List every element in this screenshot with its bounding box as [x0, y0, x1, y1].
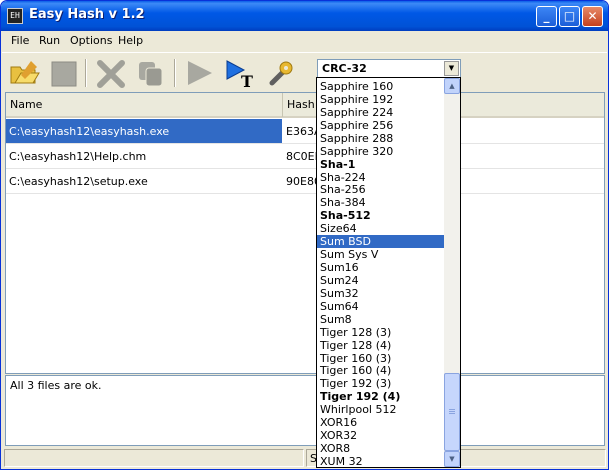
scroll-thumb[interactable] [444, 373, 460, 451]
open-folder-icon[interactable] [7, 57, 41, 89]
grip-line [449, 413, 455, 414]
toolbar-separator [85, 59, 87, 87]
dropdown-option[interactable]: Sum Sys V [317, 248, 444, 261]
menu-run[interactable]: Run [39, 34, 60, 47]
menu-help[interactable]: Help [118, 34, 143, 47]
dropdown-option[interactable]: Sapphire 288 [317, 132, 444, 145]
dropdown-option[interactable]: Sapphire 192 [317, 93, 444, 106]
copy-icon[interactable] [134, 57, 168, 89]
dropdown-option[interactable]: Sha-384 [317, 196, 444, 209]
dropdown-option[interactable]: XOR16 [317, 416, 444, 429]
dropdown-option[interactable]: XOR8 [317, 442, 444, 455]
dropdown-option[interactable]: Sha-256 [317, 183, 444, 196]
dropdown-option[interactable]: Sapphire 160 [317, 80, 444, 93]
dropdown-option[interactable]: Sum24 [317, 274, 444, 287]
window-title: Easy Hash v 1.2 [29, 7, 145, 22]
file-list[interactable]: Name Hash C:\easyhash12\easyhash.exe E36… [5, 92, 605, 374]
stop-icon[interactable] [47, 57, 81, 89]
dropdown-option[interactable]: Tiger 128 (3) [317, 326, 444, 339]
app-icon[interactable]: EH [7, 8, 23, 24]
dropdown-option[interactable]: Sum64 [317, 300, 444, 313]
dropdown-option[interactable]: Sapphire 224 [317, 106, 444, 119]
chevron-down-icon[interactable]: ▼ [444, 61, 459, 76]
dropdown-option[interactable]: Sha-224 [317, 171, 444, 184]
toolbar-separator [174, 59, 176, 87]
menu-file[interactable]: File [11, 34, 29, 47]
dropdown-option[interactable]: XUM 32 [317, 455, 444, 468]
app-window: EH Easy Hash v 1.2 _ □ ✕ File Run Option… [0, 0, 609, 470]
status-bar: Se [2, 447, 607, 469]
table-row[interactable]: C:\easyhash12\easyhash.exe E363A0 [6, 119, 604, 144]
dropdown-option[interactable]: Sha-1 [317, 158, 444, 171]
file-name-cell: C:\easyhash12\easyhash.exe [6, 119, 282, 143]
dropdown-option[interactable]: XOR32 [317, 429, 444, 442]
algorithm-dropdown-list[interactable]: Sapphire 160 Sapphire 192 Sapphire 224 Sapp… [316, 77, 461, 468]
scroll-down-button[interactable]: ▼ [444, 451, 460, 467]
status-output[interactable]: All 3 files are ok. [5, 375, 605, 446]
delete-icon[interactable] [94, 57, 128, 89]
dropdown-option[interactable]: Tiger 192 (3) [317, 377, 444, 390]
dropdown-option[interactable]: Sapphire 320 [317, 145, 444, 158]
svg-text:T: T [241, 72, 253, 89]
grip-line [449, 409, 455, 410]
list-header: Name Hash [6, 93, 604, 118]
dropdown-option[interactable]: Tiger 128 (4) [317, 339, 444, 352]
status-panel [4, 449, 304, 467]
column-header-name[interactable]: Name [6, 93, 283, 117]
algorithm-select[interactable]: CRC-32 ▼ [317, 59, 461, 78]
dropdown-option[interactable]: Tiger 160 (4) [317, 364, 444, 377]
dropdown-option[interactable]: Tiger 192 (4) [317, 390, 444, 403]
maximize-button[interactable]: □ [559, 6, 580, 27]
text-hash-icon[interactable]: T [224, 57, 258, 91]
menu-bar: File Run Options Help [2, 31, 607, 51]
file-name-cell: C:\easyhash12\setup.exe [9, 175, 148, 188]
run-icon[interactable] [182, 57, 216, 89]
scroll-up-button[interactable]: ▲ [444, 78, 460, 94]
dropdown-option[interactable]: Sum BSD [317, 235, 444, 249]
close-button[interactable]: ✕ [582, 6, 603, 27]
grip-line [449, 411, 455, 412]
dropdown-option[interactable]: Whirlpool 512 [317, 403, 444, 416]
minimize-button[interactable]: _ [536, 6, 557, 27]
algorithm-select-value: CRC-32 [322, 62, 367, 75]
file-name-cell: C:\easyhash12\Help.chm [9, 150, 147, 163]
dropdown-option[interactable]: Sapphire 256 [317, 119, 444, 132]
status-message: All 3 files are ok. [10, 379, 102, 392]
menu-options[interactable]: Options [70, 34, 112, 47]
dropdown-option[interactable]: Sum8 [317, 313, 444, 326]
toolbar: T [2, 52, 607, 92]
table-row[interactable]: C:\easyhash12\setup.exe 90E800 [6, 169, 604, 194]
dropdown-option[interactable]: Sum32 [317, 287, 444, 300]
dropdown-option[interactable]: Tiger 160 (3) [317, 352, 444, 365]
title-bar[interactable]: EH Easy Hash v 1.2 _ □ ✕ [1, 1, 608, 31]
settings-wrench-icon[interactable] [264, 57, 298, 89]
table-row[interactable]: C:\easyhash12\Help.chm 8C0EE [6, 144, 604, 169]
dropdown-option[interactable]: Sum16 [317, 261, 444, 274]
scrollbar[interactable]: ▲ ▼ [444, 78, 460, 467]
dropdown-option[interactable]: Sha-512 [317, 209, 444, 222]
dropdown-option[interactable]: Size64 [317, 222, 444, 235]
